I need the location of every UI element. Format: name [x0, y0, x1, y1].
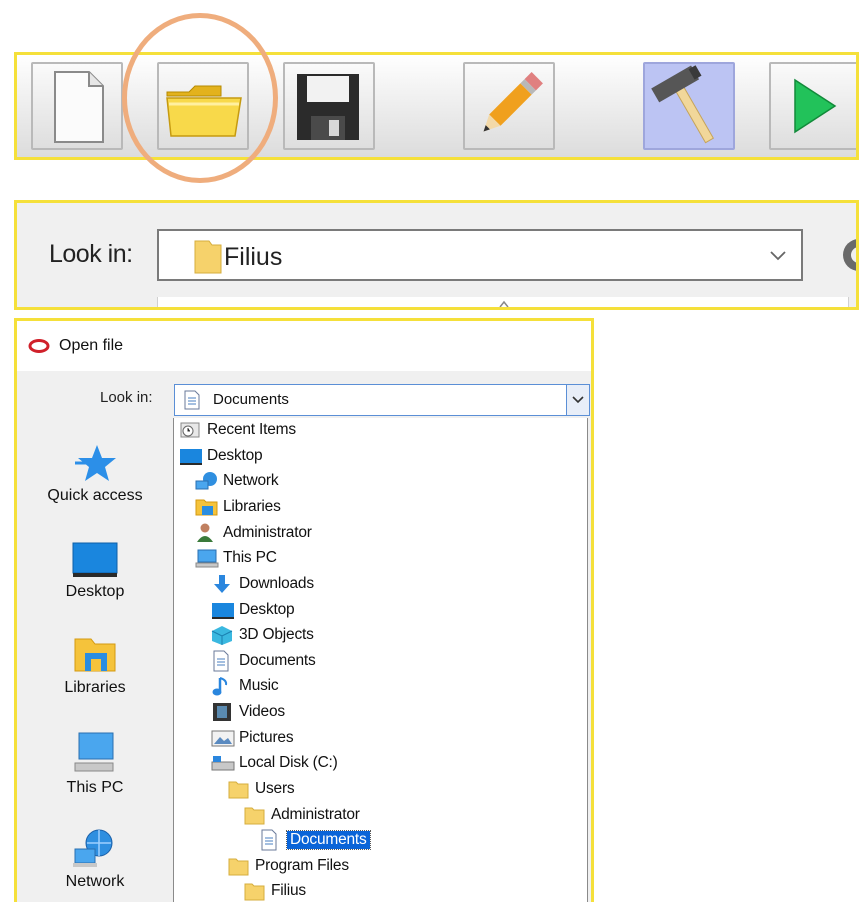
network-icon: [195, 472, 217, 490]
tree-item-desktop[interactable]: Desktop: [178, 445, 263, 467]
folder-icon: [228, 781, 249, 799]
network-icon: [73, 829, 113, 867]
place-label: Desktop: [65, 583, 125, 600]
lookin-dropdown[interactable]: Documents: [174, 384, 590, 416]
place-label: Network: [65, 873, 125, 890]
tree-item-videos[interactable]: Videos: [210, 701, 285, 723]
folder-icon: [244, 883, 265, 901]
zoomed-toolbar: [14, 52, 859, 160]
file-list-top-edge: [157, 297, 849, 307]
document-icon: [213, 650, 229, 672]
libraries-icon: [74, 638, 116, 672]
tree-item-desktop-pc[interactable]: Desktop: [210, 599, 295, 621]
lookin-dropdown-list: Recent Items Desktop Network Libraries A…: [173, 418, 588, 902]
tree-item-filius[interactable]: Filius: [242, 880, 306, 902]
place-label: This PC: [66, 779, 124, 796]
folder-icon: [194, 240, 222, 274]
play-icon: [794, 78, 837, 134]
pencil-icon: [483, 72, 543, 132]
place-desktop[interactable]: Desktop: [17, 541, 173, 601]
music-note-icon: [212, 677, 228, 696]
place-network[interactable]: Network: [17, 827, 173, 891]
lookin-label-large: Look in:: [49, 240, 133, 268]
star-icon: [75, 445, 116, 481]
document-icon: [261, 829, 277, 851]
app-logo-icon: [28, 339, 50, 353]
lookin-value: Documents: [213, 391, 289, 408]
place-this-pc[interactable]: This PC: [17, 731, 173, 797]
places-bar: Quick access Desktop Libraries This PC N…: [17, 371, 173, 902]
chevron-up-icon: [499, 300, 509, 307]
recent-items-icon: [180, 422, 200, 438]
lookin-dropdown-large[interactable]: Filius: [157, 229, 803, 281]
tree-item-users[interactable]: Users: [226, 778, 295, 800]
open-file-button[interactable]: [157, 62, 249, 150]
drive-icon: [211, 756, 235, 771]
lookin-value-large: Filius: [224, 243, 283, 271]
gear-icon[interactable]: [839, 235, 859, 275]
desktop-icon: [180, 449, 202, 465]
zoomed-lookin-bar: Look in: Filius: [14, 200, 859, 310]
blank-page-icon: [54, 71, 104, 143]
libraries-icon: [195, 499, 218, 516]
tree-item-downloads[interactable]: Downloads: [210, 573, 314, 595]
place-quick-access[interactable]: Quick access: [17, 443, 173, 505]
build-button[interactable]: [643, 62, 735, 150]
run-button[interactable]: [769, 62, 856, 150]
dialog-body: Quick access Desktop Libraries This PC N…: [17, 371, 591, 902]
tree-item-libraries[interactable]: Libraries: [194, 496, 281, 518]
user-icon: [197, 523, 213, 542]
desktop-icon: [72, 542, 118, 577]
tree-item-music[interactable]: Music: [210, 675, 279, 697]
tree-item-this-pc[interactable]: This PC: [194, 547, 277, 569]
tree-item-3d-objects[interactable]: 3D Objects: [210, 624, 314, 646]
new-file-button[interactable]: [31, 62, 123, 150]
place-label: Libraries: [64, 679, 126, 696]
folder-icon: [166, 85, 242, 137]
folder-icon: [228, 858, 249, 876]
floppy-disk-icon: [297, 74, 359, 140]
edit-button[interactable]: [463, 62, 555, 150]
tree-item-documents-selected[interactable]: Documents: [258, 829, 371, 851]
cube-icon: [211, 626, 233, 645]
tree-item-network[interactable]: Network: [194, 470, 279, 492]
lookin-dropdown-button[interactable]: [566, 385, 589, 415]
chevron-down-icon: [572, 396, 584, 404]
dialog-title: Open file: [59, 337, 124, 354]
place-libraries[interactable]: Libraries: [17, 635, 173, 697]
tree-item-administrator[interactable]: Administrator: [194, 522, 312, 544]
place-label: Quick access: [47, 487, 143, 504]
open-file-dialog: Open file Quick access Desktop Libraries…: [14, 318, 594, 902]
save-file-button[interactable]: [283, 62, 375, 150]
document-icon: [184, 390, 200, 410]
tree-item-administrator-folder[interactable]: Administrator: [242, 804, 360, 826]
lookin-label: Look in:: [100, 389, 153, 406]
tree-item-program-files[interactable]: Program Files: [226, 855, 349, 877]
tree-item-local-disk[interactable]: Local Disk (C:): [210, 752, 338, 774]
hammer-icon: [651, 65, 715, 144]
folder-icon: [244, 807, 265, 825]
chevron-down-icon: [770, 251, 786, 261]
desktop-icon: [212, 603, 234, 619]
download-arrow-icon: [214, 575, 230, 593]
film-icon: [213, 703, 231, 721]
tree-item-pictures[interactable]: Pictures: [210, 727, 294, 749]
picture-icon: [211, 730, 235, 747]
computer-icon: [74, 732, 114, 772]
tree-item-recent-items[interactable]: Recent Items: [178, 419, 296, 441]
tree-item-documents[interactable]: Documents: [210, 650, 316, 672]
computer-icon: [195, 549, 219, 568]
